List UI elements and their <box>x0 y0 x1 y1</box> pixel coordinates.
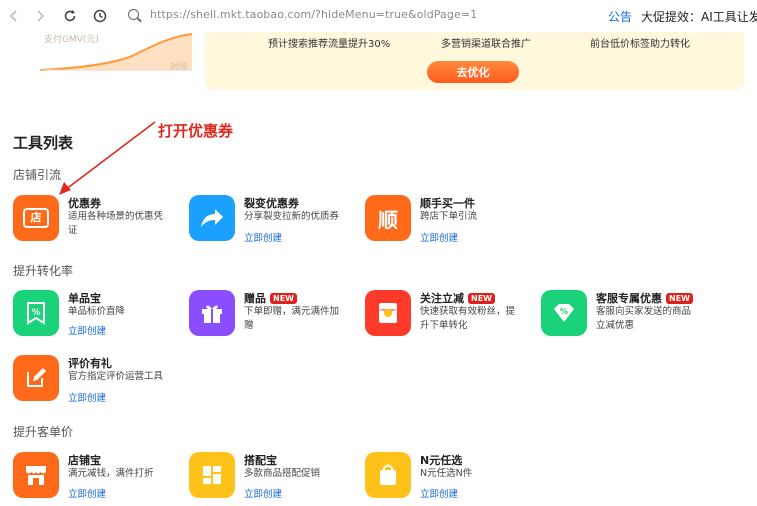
new-badge: NEW <box>270 293 297 304</box>
tool-dianpubao[interactable]: 店铺宝 满元减钱，满件打折 立即创建 <box>13 452 188 506</box>
svg-text:%: % <box>31 308 40 318</box>
search-icon <box>128 9 139 20</box>
coupon-icon: 店 <box>13 195 59 241</box>
create-link[interactable]: 立即创建 <box>68 486 106 500</box>
tool-gift[interactable]: 赠品 NEW 下单即赠，满元满件加赠 <box>189 290 364 344</box>
tool-desc: 官方指定评价运营工具 <box>68 371 164 382</box>
promo-link[interactable]: 大促提效：AI工具让发品 <box>641 8 757 25</box>
tool-desc: 快速获取有效粉丝，提升下单转化 <box>420 306 516 331</box>
tool-name: N元任选 <box>420 454 463 467</box>
tool-n-yuan[interactable]: N元任选 N元任选N件 立即创建 <box>365 452 540 506</box>
banner-feature-2: 多营销渠道联合推广 <box>441 39 531 50</box>
tool-shunshou[interactable]: 顺 顺手买一件 跨店下单引流 立即创建 <box>365 195 540 249</box>
new-badge: NEW <box>666 293 693 304</box>
tool-name: 单品宝 <box>68 292 101 305</box>
history-icon[interactable] <box>90 6 110 26</box>
create-link[interactable]: 立即创建 <box>68 323 106 337</box>
create-link[interactable]: 立即创建 <box>420 230 458 244</box>
gmv-axis-label: 支付GMV(元) <box>44 35 99 45</box>
tool-review-gift[interactable]: 评价有礼 官方指定评价运营工具 立即创建 <box>13 355 188 409</box>
tool-dapeibao[interactable]: 搭配宝 多款商品搭配促销 立即创建 <box>189 452 364 506</box>
group-title-aov: 提升客单价 <box>13 425 74 439</box>
tool-desc: 分享裂变拉新的优质券 <box>244 211 340 222</box>
tool-name: 裂变优惠券 <box>244 197 299 210</box>
edit-icon <box>13 355 59 401</box>
diamond-percent-icon: % <box>541 290 587 336</box>
share-arrow-icon <box>189 195 235 241</box>
shopping-bag-icon <box>365 452 411 498</box>
back-icon[interactable] <box>4 6 24 26</box>
tool-name: 店铺宝 <box>68 454 101 467</box>
tool-danpinbao[interactable]: % 单品宝 单品标价直降 立即创建 <box>13 290 188 344</box>
group-title-traffic: 店铺引流 <box>13 168 62 182</box>
tool-desc: 客服向买家发送的商品立减优惠 <box>596 306 692 331</box>
tool-follow-discount[interactable]: 关注立减 NEW 快速获取有效粉丝，提升下单转化 <box>365 290 540 344</box>
new-badge: NEW <box>468 293 495 304</box>
annotation-label: 打开优惠券 <box>158 122 234 140</box>
address-bar[interactable]: https://shell.mkt.taobao.com/?hideMenu=t… <box>150 8 477 21</box>
optimize-button[interactable]: 去优化 <box>427 61 519 83</box>
tool-name: 客服专属优惠 NEW <box>596 290 693 306</box>
tool-coupon[interactable]: 店 优惠券 适用各种场景的优惠凭证 <box>13 195 188 249</box>
time-axis-label: 时间 <box>171 62 187 71</box>
notice-link[interactable]: 公告 <box>608 8 632 25</box>
tool-name: 顺手买一件 <box>420 197 475 210</box>
red-envelope-icon <box>365 290 411 336</box>
tool-desc: N元任选N件 <box>420 468 473 479</box>
banner-feature-1: 预计搜索推荐流量提升30% <box>268 39 391 50</box>
banner-feature-3: 前台低价标签助力转化 <box>590 39 690 50</box>
shunshou-icon: 顺 <box>365 195 411 241</box>
tool-desc: 多款商品搭配促销 <box>244 468 321 479</box>
create-link[interactable]: 立即创建 <box>420 486 458 500</box>
tool-desc: 跨店下单引流 <box>420 211 478 222</box>
tool-fission-coupon[interactable]: 裂变优惠券 分享裂变拉新的优质券 立即创建 <box>189 195 364 249</box>
tag-percent-icon: % <box>13 290 59 336</box>
gift-icon <box>189 290 235 336</box>
create-link[interactable]: 立即创建 <box>68 390 106 404</box>
tool-name: 搭配宝 <box>244 454 277 467</box>
browser-toolbar: https://shell.mkt.taobao.com/?hideMenu=t… <box>0 0 757 32</box>
create-link[interactable]: 立即创建 <box>244 230 282 244</box>
tool-name: 赠品 NEW <box>244 290 297 306</box>
tool-desc: 适用各种场景的优惠凭证 <box>68 211 164 236</box>
tool-cs-discount[interactable]: % 客服专属优惠 NEW 客服向买家发送的商品立减优惠 <box>541 290 716 344</box>
forward-icon[interactable] <box>30 6 50 26</box>
tool-desc: 下单即赠，满元满件加赠 <box>244 306 340 331</box>
tool-name: 评价有礼 <box>68 357 112 370</box>
group-title-conversion: 提升转化率 <box>13 264 74 278</box>
reload-icon[interactable] <box>60 6 80 26</box>
grid-icon <box>189 452 235 498</box>
annotation-arrow-icon <box>59 121 156 195</box>
tool-name: 关注立减 NEW <box>420 290 495 306</box>
tool-desc: 单品标价直降 <box>68 306 126 317</box>
svg-text:%: % <box>560 307 568 316</box>
create-link[interactable]: 立即创建 <box>244 486 282 500</box>
store-icon <box>13 452 59 498</box>
tool-name: 优惠券 <box>68 197 101 210</box>
tool-desc: 满元减钱，满件打折 <box>68 468 154 479</box>
